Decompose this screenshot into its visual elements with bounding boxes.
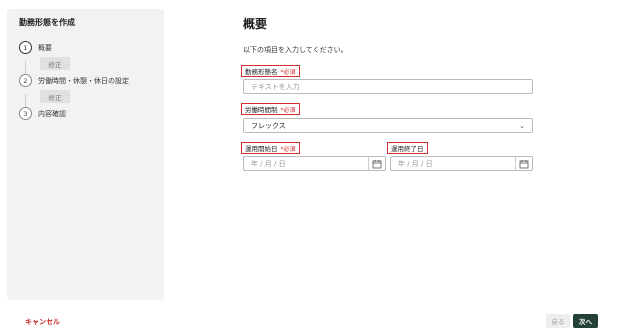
end-date-label: 運用終了日 (387, 142, 428, 154)
name-label: 勤務形態名 *必須 (241, 65, 300, 77)
step-sidebar: 勤務形態を作成 1 概要 修正 2 労働時間・休憩・休日の設定 修正 3 内容確… (7, 9, 164, 300)
required-badge: *必須 (280, 145, 296, 153)
edit-step-2-button[interactable]: 修正 (40, 90, 70, 103)
calendar-icon[interactable] (519, 159, 529, 169)
back-button[interactable]: 戻る (546, 314, 570, 328)
selected-value: フレックス (251, 121, 286, 130)
step-label: 労働時間・休憩・休日の設定 (38, 76, 129, 85)
working-hours-label: 労働時間制 *必須 (241, 103, 300, 115)
step-3[interactable]: 3 内容確認 (19, 107, 66, 120)
step-label: 概要 (38, 43, 52, 52)
date-placeholder: 年 / 月 / 日 (251, 159, 286, 168)
start-date-label: 運用開始日 *必須 (241, 142, 300, 154)
step-2[interactable]: 2 労働時間・休憩・休日の設定 (19, 74, 129, 87)
step-number: 3 (19, 107, 32, 120)
next-button[interactable]: 次へ (573, 314, 598, 328)
step-1[interactable]: 1 概要 (19, 41, 52, 54)
sidebar-title: 勤務形態を作成 (19, 18, 75, 27)
step-label: 内容確認 (38, 109, 66, 118)
name-placeholder: テキストを入力 (251, 82, 300, 91)
step-number: 2 (19, 74, 32, 87)
divider (515, 157, 516, 170)
cancel-link[interactable]: キャンセル (25, 317, 60, 327)
intro-text: 以下の項目を入力してください。 (243, 46, 348, 54)
field-label: 労働時間制 (245, 106, 278, 114)
field-label: 勤務形態名 (245, 68, 278, 76)
name-input[interactable]: テキストを入力 (243, 79, 533, 94)
working-hours-select[interactable]: フレックス ⌄ (243, 118, 533, 133)
calendar-icon[interactable] (372, 159, 382, 169)
chevron-down-icon: ⌄ (519, 122, 525, 130)
start-date-input[interactable]: 年 / 月 / 日 (243, 156, 386, 171)
required-badge: *必須 (280, 68, 296, 76)
field-label: 運用開始日 (245, 145, 278, 153)
step-number: 1 (19, 41, 32, 54)
date-placeholder: 年 / 月 / 日 (398, 159, 433, 168)
end-date-input[interactable]: 年 / 月 / 日 (390, 156, 533, 171)
required-badge: *必須 (280, 106, 296, 114)
edit-step-1-button[interactable]: 修正 (40, 57, 70, 70)
page-title: 概要 (243, 17, 268, 31)
divider (368, 157, 369, 170)
field-label: 運用終了日 (391, 145, 424, 153)
